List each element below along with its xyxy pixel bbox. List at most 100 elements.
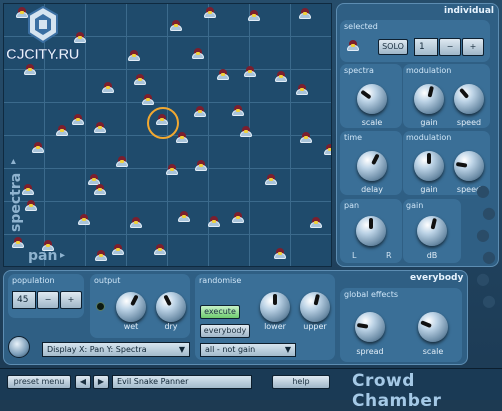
individual-header: individual — [444, 6, 494, 16]
crowd-voice[interactable] — [72, 114, 84, 126]
crowd-voice[interactable] — [74, 32, 86, 44]
crowd-voice[interactable] — [232, 212, 244, 224]
chevron-down-icon: ▼ — [178, 345, 185, 354]
crowd-voice[interactable] — [166, 164, 178, 176]
arrow-right-icon: ▶ — [97, 377, 105, 386]
mod1-gain-label: gain — [420, 118, 438, 127]
crowd-voice[interactable] — [25, 200, 37, 212]
preset-prev-button[interactable]: ◀ — [75, 375, 91, 389]
randomise-mode-select[interactable]: all - not gain ▼ — [200, 343, 296, 357]
execute-button[interactable]: execute — [200, 305, 240, 319]
crowd-voice[interactable] — [265, 174, 277, 186]
output-wet-knob[interactable] — [116, 292, 146, 322]
watermark-text: CJCITY.RU — [6, 46, 80, 64]
crowd-voice[interactable] — [194, 106, 206, 118]
footprints-decoration: ● ● ● ● ● ● — [476, 181, 496, 310]
crowd-voice[interactable] — [78, 214, 90, 226]
gain-label: gain — [406, 201, 424, 210]
crowd-voice[interactable] — [32, 142, 44, 154]
global-spread-knob[interactable] — [355, 312, 385, 342]
crowd-voice[interactable] — [130, 217, 142, 229]
display-select[interactable]: Display X: Pan Y: Spectra ▼ — [42, 342, 190, 357]
selected-label: selected — [344, 22, 378, 31]
crowd-voice[interactable] — [16, 7, 28, 19]
population-label: population — [12, 276, 55, 285]
global-spread-label: spread — [356, 347, 384, 356]
crowd-voice[interactable] — [217, 69, 229, 81]
crowd-voice[interactable] — [248, 10, 260, 22]
crowd-voice[interactable] — [232, 105, 244, 117]
gain-knob[interactable] — [417, 216, 447, 246]
crowd-voice[interactable] — [142, 94, 154, 106]
crowd-voice[interactable] — [296, 84, 308, 96]
crowd-voice[interactable] — [310, 217, 322, 229]
crowd-voice[interactable] — [195, 160, 207, 172]
crowd-voice[interactable] — [94, 122, 106, 134]
global-scale-label: scale — [422, 347, 444, 356]
selected-voice-icon — [345, 40, 361, 52]
y-axis-label: spectra — [8, 172, 24, 232]
preset-menu-button[interactable]: preset menu — [7, 375, 71, 389]
crowd-voice[interactable] — [128, 50, 140, 62]
crowd-voice[interactable] — [95, 250, 107, 262]
crowd-voice[interactable] — [12, 237, 24, 249]
mod1-speed-label: speed — [456, 118, 482, 127]
selected-voice-ring[interactable] — [147, 107, 179, 139]
population-plus-button[interactable]: + — [60, 291, 82, 309]
mod2-gain-knob[interactable] — [414, 151, 444, 181]
mod1-gain-knob[interactable] — [414, 84, 444, 114]
time-delay-knob[interactable] — [357, 151, 387, 181]
crowd-voice[interactable] — [324, 144, 331, 156]
crowd-voice[interactable] — [102, 82, 114, 94]
crowd-voice[interactable] — [116, 156, 128, 168]
mod2-speed-knob[interactable] — [454, 151, 484, 181]
mod2-gain-label: gain — [420, 185, 438, 194]
preset-name-field[interactable]: Evil Snake Panner — [112, 375, 252, 389]
randomise-upper-knob[interactable] — [300, 292, 330, 322]
crowd-voice[interactable] — [299, 8, 311, 20]
speaker-icon[interactable] — [8, 336, 30, 358]
mod1-speed-knob[interactable] — [454, 84, 484, 114]
crowd-voice[interactable] — [154, 244, 166, 256]
everybody-button[interactable]: everybody — [200, 324, 250, 338]
crowd-voice[interactable] — [300, 132, 312, 144]
display-value: Display X: Pan Y: Spectra — [47, 345, 147, 354]
crowd-voice[interactable] — [24, 64, 36, 76]
y-axis-arrow: ▸ — [8, 158, 19, 164]
preset-next-button[interactable]: ▶ — [93, 375, 109, 389]
crowd-voice[interactable] — [170, 20, 182, 32]
crowd-voice[interactable] — [274, 248, 286, 260]
selected-number-field[interactable]: 1 — [414, 38, 438, 56]
pan-left-label: L — [352, 251, 357, 260]
crowd-voice[interactable] — [192, 48, 204, 60]
x-axis-arrow: ▸ — [60, 250, 66, 261]
randomise-lower-knob[interactable] — [260, 292, 290, 322]
crowd-voice[interactable] — [56, 125, 68, 137]
global-scale-knob[interactable] — [418, 312, 448, 342]
help-button[interactable]: help — [272, 375, 330, 389]
population-value-field[interactable]: 45 — [12, 291, 36, 309]
crowd-voice[interactable] — [134, 74, 146, 86]
x-axis-label: pan — [28, 248, 58, 264]
crowd-voice[interactable] — [244, 66, 256, 78]
selected-minus-button[interactable]: − — [439, 38, 461, 56]
crowd-voice[interactable] — [112, 244, 124, 256]
crowd-voice[interactable] — [176, 132, 188, 144]
crowd-voice[interactable] — [178, 211, 190, 223]
solo-button[interactable]: SOLO — [378, 39, 408, 55]
crowd-voice[interactable] — [204, 7, 216, 19]
pan-knob[interactable] — [356, 216, 386, 246]
population-minus-button[interactable]: − — [37, 291, 59, 309]
crowd-voice[interactable] — [240, 126, 252, 138]
crowd-voice[interactable] — [275, 71, 287, 83]
crowd-voice[interactable] — [208, 216, 220, 228]
pan-right-label: R — [386, 251, 392, 260]
time-label: time — [344, 133, 363, 142]
randomise-lower-label: lower — [264, 322, 286, 331]
crowd-voice[interactable] — [94, 184, 106, 196]
spectra-scale-knob[interactable] — [357, 84, 387, 114]
gain-unit-label: dB — [426, 251, 438, 260]
selected-plus-button[interactable]: + — [462, 38, 484, 56]
global-effects-label: global effects — [344, 290, 398, 299]
output-dry-knob[interactable] — [156, 292, 186, 322]
